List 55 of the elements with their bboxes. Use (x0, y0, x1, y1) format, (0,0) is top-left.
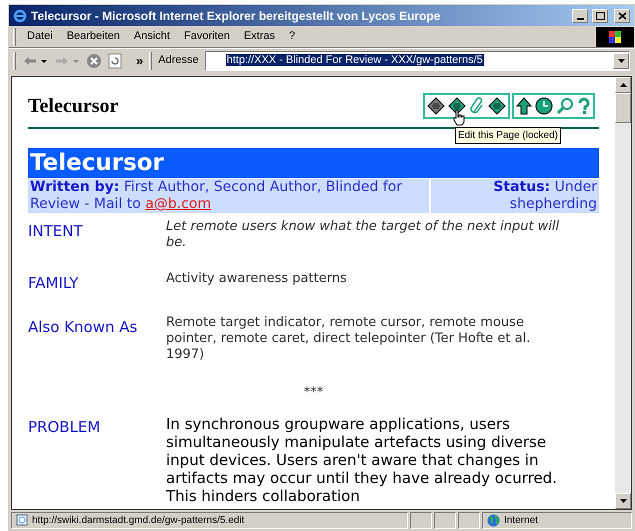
toolbar-overflow[interactable]: » (136, 50, 144, 70)
section-text: Let remote users know what the target of the next input will be. (166, 219, 560, 251)
browser-icon (13, 8, 27, 22)
section-label: Also Known As (28, 318, 138, 336)
globe-icon (487, 514, 500, 526)
pages-icon[interactable] (488, 97, 506, 115)
status-pane (410, 512, 432, 528)
maximize-icon (596, 12, 604, 20)
zone-text: Internet (504, 514, 538, 528)
section-label: FAMILY (28, 274, 78, 292)
menu-item[interactable]: Extras (236, 28, 282, 45)
status-text: Status: Under shepherding (431, 179, 599, 213)
throbber-logo (596, 26, 634, 46)
status-pane (458, 512, 480, 528)
address-field[interactable]: http://XXX - Blinded For Review - XXX/gw-patterns/5 (204, 50, 630, 70)
section-text: In synchronous groupware applications, users simultaneously manipulate artefacts using diverse input devices. Users aren't aware that changes in artifacts may occur until they have already ocurred. This hinders collaboration (166, 414, 558, 504)
close-button[interactable] (614, 8, 630, 22)
status-url-text: http://swiki.darmstadt.gmd.de/gw-patterns/5.edit (32, 514, 244, 528)
title-banner: Telecursor (28, 148, 599, 178)
page-icon[interactable] (427, 97, 445, 115)
clock-icon[interactable] (535, 97, 553, 115)
up-arrow-icon[interactable] (516, 97, 532, 115)
refresh-icon[interactable] (108, 52, 122, 68)
scroll-down-button[interactable] (615, 493, 631, 509)
menu-item[interactable]: Bearbeiten (60, 28, 127, 45)
back-arrow-icon[interactable] (22, 54, 48, 66)
menu-item[interactable]: ? (282, 28, 302, 45)
down-triangle-icon (620, 499, 626, 503)
minimize-icon (576, 18, 584, 20)
minimize-button[interactable] (572, 8, 588, 22)
menu-item[interactable]: Ansicht (126, 28, 177, 45)
hand-cursor-icon (453, 109, 465, 126)
maximize-button[interactable] (592, 8, 608, 22)
help-icon[interactable] (577, 97, 591, 115)
scroll-thumb[interactable] (615, 93, 631, 123)
status-pane (434, 512, 456, 528)
stop-icon[interactable] (86, 52, 102, 68)
close-icon (618, 12, 626, 20)
tooltip: Edit this Page (locked) (454, 127, 561, 144)
window-title: Telecursor - Microsoft Internet Explorer bereitgestellt von Lycos Europe (31, 8, 442, 24)
authors-text: Written by: First Author, Second Author, Blinded for Review - Mail to a@b.com (28, 179, 429, 213)
section-label: INTENT (28, 222, 83, 240)
section-text: Activity awareness patterns (166, 271, 348, 288)
menu-item[interactable]: Favoriten (176, 28, 237, 45)
page-heading: Telecursor (28, 94, 118, 119)
menu-item[interactable]: Datei (20, 28, 60, 45)
page-icon (16, 514, 28, 526)
separator-stars: *** (302, 384, 324, 402)
scroll-up-button[interactable] (615, 77, 631, 93)
address-label: Adresse (158, 53, 199, 68)
section-text: Remote target indicator, remote cursor, remote mouse pointer, remote caret, direct telepointer (Ter Hofte et al. 1997) (166, 315, 532, 363)
up-triangle-icon (620, 83, 626, 87)
section-label: PROBLEM (28, 418, 100, 436)
down-triangle-icon (618, 58, 624, 62)
paperclip-icon[interactable] (469, 97, 485, 115)
